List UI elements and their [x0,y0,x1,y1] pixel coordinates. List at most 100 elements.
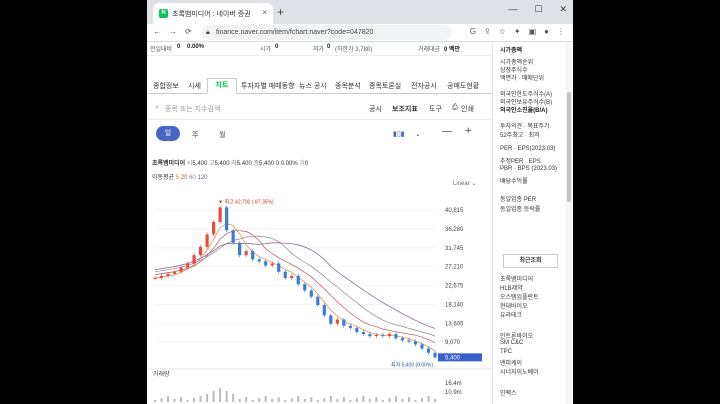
chart-toolbar: ⌕ 종목 또는 지수검색 공시 보조지표 도구 ⎙ 인쇄 [147,98,492,120]
share-icon[interactable]: ⇪ [484,27,491,36]
volume-bar [264,396,267,402]
menu-kebab-icon[interactable]: ⋮ [557,27,565,36]
tab-quotes[interactable]: 시세 [188,81,201,91]
recent-stock-item[interactable]: 오스템임플란트 [500,292,539,301]
candle [342,319,346,326]
recent-stock-item[interactable]: 인트론바이오 [500,331,533,340]
tab-analysis[interactable]: 종목분석 [335,81,361,91]
minimize-button[interactable]: — [508,4,517,15]
new-tab-button[interactable]: + [277,5,284,19]
scrollbar-thumb[interactable] [567,92,571,202]
maximize-button[interactable]: ☐ [534,4,542,15]
print-button[interactable]: 인쇄 [461,104,474,114]
chevron-down-icon[interactable]: ⌄ [415,130,421,138]
info-10: 추정PER · EPS [500,159,541,165]
y-tick-label: 22,675 [445,284,464,290]
low-annotation: 최저 5,400 (0.00%) [391,361,433,368]
volume-tick-label: 16.4m [445,381,462,387]
ma-60: 60 [189,175,196,181]
recent-stock-item[interactable]: 시너지이노베이 [500,367,539,376]
recent-stock-item[interactable]: 유라테크 [500,310,522,319]
back-icon[interactable]: ← [153,27,161,36]
browser-toolbar: ← → ⟳ 🔒︎ finance.naver.com/item/fchart.n… [147,24,573,42]
stock-search-input[interactable]: 종목 또는 지수검색 [165,104,220,114]
zoom-in-button[interactable]: + [465,125,471,137]
volume-bar [420,398,423,402]
tab-short-selling[interactable]: 공매도현황 [447,81,479,91]
candle [218,207,222,222]
scale-selector[interactable]: Linear ⌄ [453,180,476,187]
candle [205,234,209,247]
info-0: 시가총액 [500,48,523,54]
sidepanel-icon[interactable]: ▣ [529,27,537,36]
page-content: 전일대비 0 0.00% 시가 0 저가 0 (하한가 3,780) 거래대금 … [147,42,573,404]
tab-title: 초록뱀미디어 : 네이버 증권 [172,10,251,18]
ma-5: 5 [175,175,180,181]
disclosure-button[interactable]: 공시 [369,104,382,114]
period-month-button[interactable]: 월 [219,130,225,140]
candle-type-icon[interactable]: ▮▯▮ [393,130,405,138]
recent-stock-item[interactable]: 엔피케이 [500,358,522,367]
bookmark-star-icon[interactable]: ☆ [499,27,506,36]
google-icon[interactable]: G [470,27,476,36]
period-week-button[interactable]: 주 [192,130,198,140]
candle [238,242,242,256]
volume-bar [329,396,332,402]
info-8: 52주최고 · 최저 [500,133,540,139]
volume-bar [401,399,404,402]
y-tick-label: 27,210 [445,265,464,271]
tab-investors[interactable]: 투자자별 매매동향 [241,81,294,91]
volume-bar [355,398,358,402]
volume-bar [167,396,170,402]
tab-forum[interactable]: 종목토론실 [369,81,401,91]
candle [329,315,333,324]
profile-avatar-icon[interactable]: ● [544,27,549,36]
recent-stock-item[interactable]: 인팩스 [500,388,517,397]
tab-strip: N 초록뱀미디어 : 네이버 증권 × + — ☐ ✕ [147,0,573,24]
open-val: 5,400 [192,161,208,167]
tab-dart[interactable]: 전자공시 [411,81,437,91]
moving-average-line [154,223,436,352]
recent-stock-item[interactable]: 초록뱀미디어 [500,274,533,283]
url-text: finance.naver.com/item/fchart.naver?code… [216,29,374,36]
browser-tab[interactable]: N 초록뱀미디어 : 네이버 증권 × [153,3,273,24]
forward-icon[interactable]: → [169,27,177,36]
candle [400,338,405,341]
tools-button[interactable]: 도구 [429,104,442,114]
candle [348,325,352,328]
recent-stock-item[interactable]: 현대바이오 [500,301,528,310]
volume-bar [199,396,202,402]
tab-chart[interactable]: 차트 [207,78,237,94]
zoom-out-button[interactable]: — [442,126,452,137]
recent-stock-item[interactable]: SM C&C [500,340,523,346]
tab-close-icon[interactable]: × [262,8,267,17]
candle [198,246,203,256]
tab-overview[interactable]: 종합정보 [153,81,179,91]
info-6: 외국인소진율(B/A) [500,108,548,114]
close-window-button[interactable]: ✕ [559,4,567,15]
recent-stock-item[interactable]: HLB제약 [500,283,523,292]
low-val: 5,400 [236,161,252,167]
ohlc-readout: 초록뱀미디어 시5,400 고5,400 저5,400 종5,400 0 0.0… [152,158,308,167]
recent-stock-item[interactable]: TPC [500,349,512,355]
info-3: 액면가 · 매매단위 [500,76,544,82]
address-bar[interactable]: 🔒︎ finance.naver.com/item/fchart.naver?c… [202,25,452,40]
naver-favicon-icon: N [159,9,168,18]
print-icon[interactable]: ⎙ [452,104,458,112]
period-day-button[interactable]: 일 [156,126,180,141]
ma-120: 120 [197,175,208,181]
candle [387,334,392,337]
price-chart[interactable]: 40,815 36,280 31,745 27,210 22,675 18,140 13,6… [147,187,492,402]
change-pct: 0.00% [280,161,298,167]
recent-viewed-button[interactable]: 최근조회 [503,254,558,268]
candle [185,263,190,268]
moving-average-legend: 이동평균 5 20 60 120 [152,172,208,181]
candle [303,284,307,291]
candle [296,275,300,285]
volume-bar [310,397,313,402]
extensions-icon[interactable]: ✦ [514,27,521,36]
candle [166,273,170,276]
indicator-button[interactable]: 보조지표 [392,104,418,114]
reload-icon[interactable]: ⟳ [185,27,192,36]
tab-news[interactable]: 뉴스 공시 [299,81,327,91]
